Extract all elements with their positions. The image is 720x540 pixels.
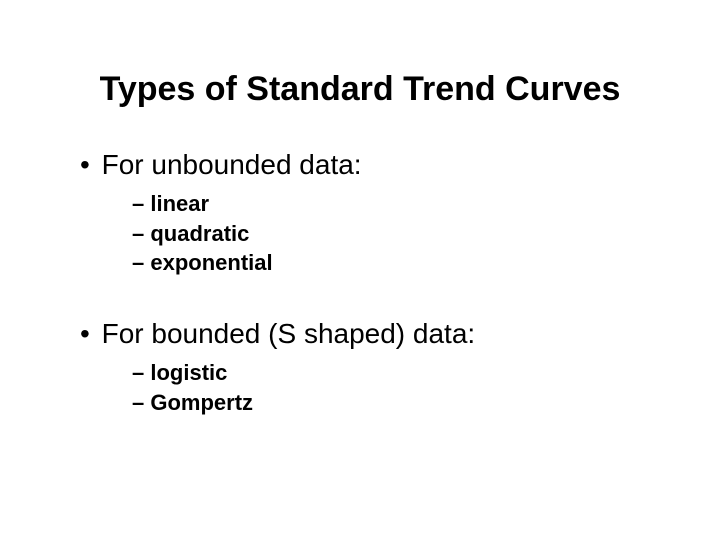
list-item: exponential: [132, 248, 660, 278]
list-item: logistic: [132, 358, 660, 388]
section-heading: For bounded (S shaped) data:: [80, 318, 660, 350]
section-bounded: For bounded (S shaped) data: logistic Go…: [60, 318, 660, 417]
list-item: Gompertz: [132, 388, 660, 418]
list-item: quadratic: [132, 219, 660, 249]
list-item: linear: [132, 189, 660, 219]
section-heading: For unbounded data:: [80, 149, 660, 181]
slide-title: Types of Standard Trend Curves: [60, 70, 660, 109]
section-unbounded: For unbounded data: linear quadratic exp…: [60, 149, 660, 278]
